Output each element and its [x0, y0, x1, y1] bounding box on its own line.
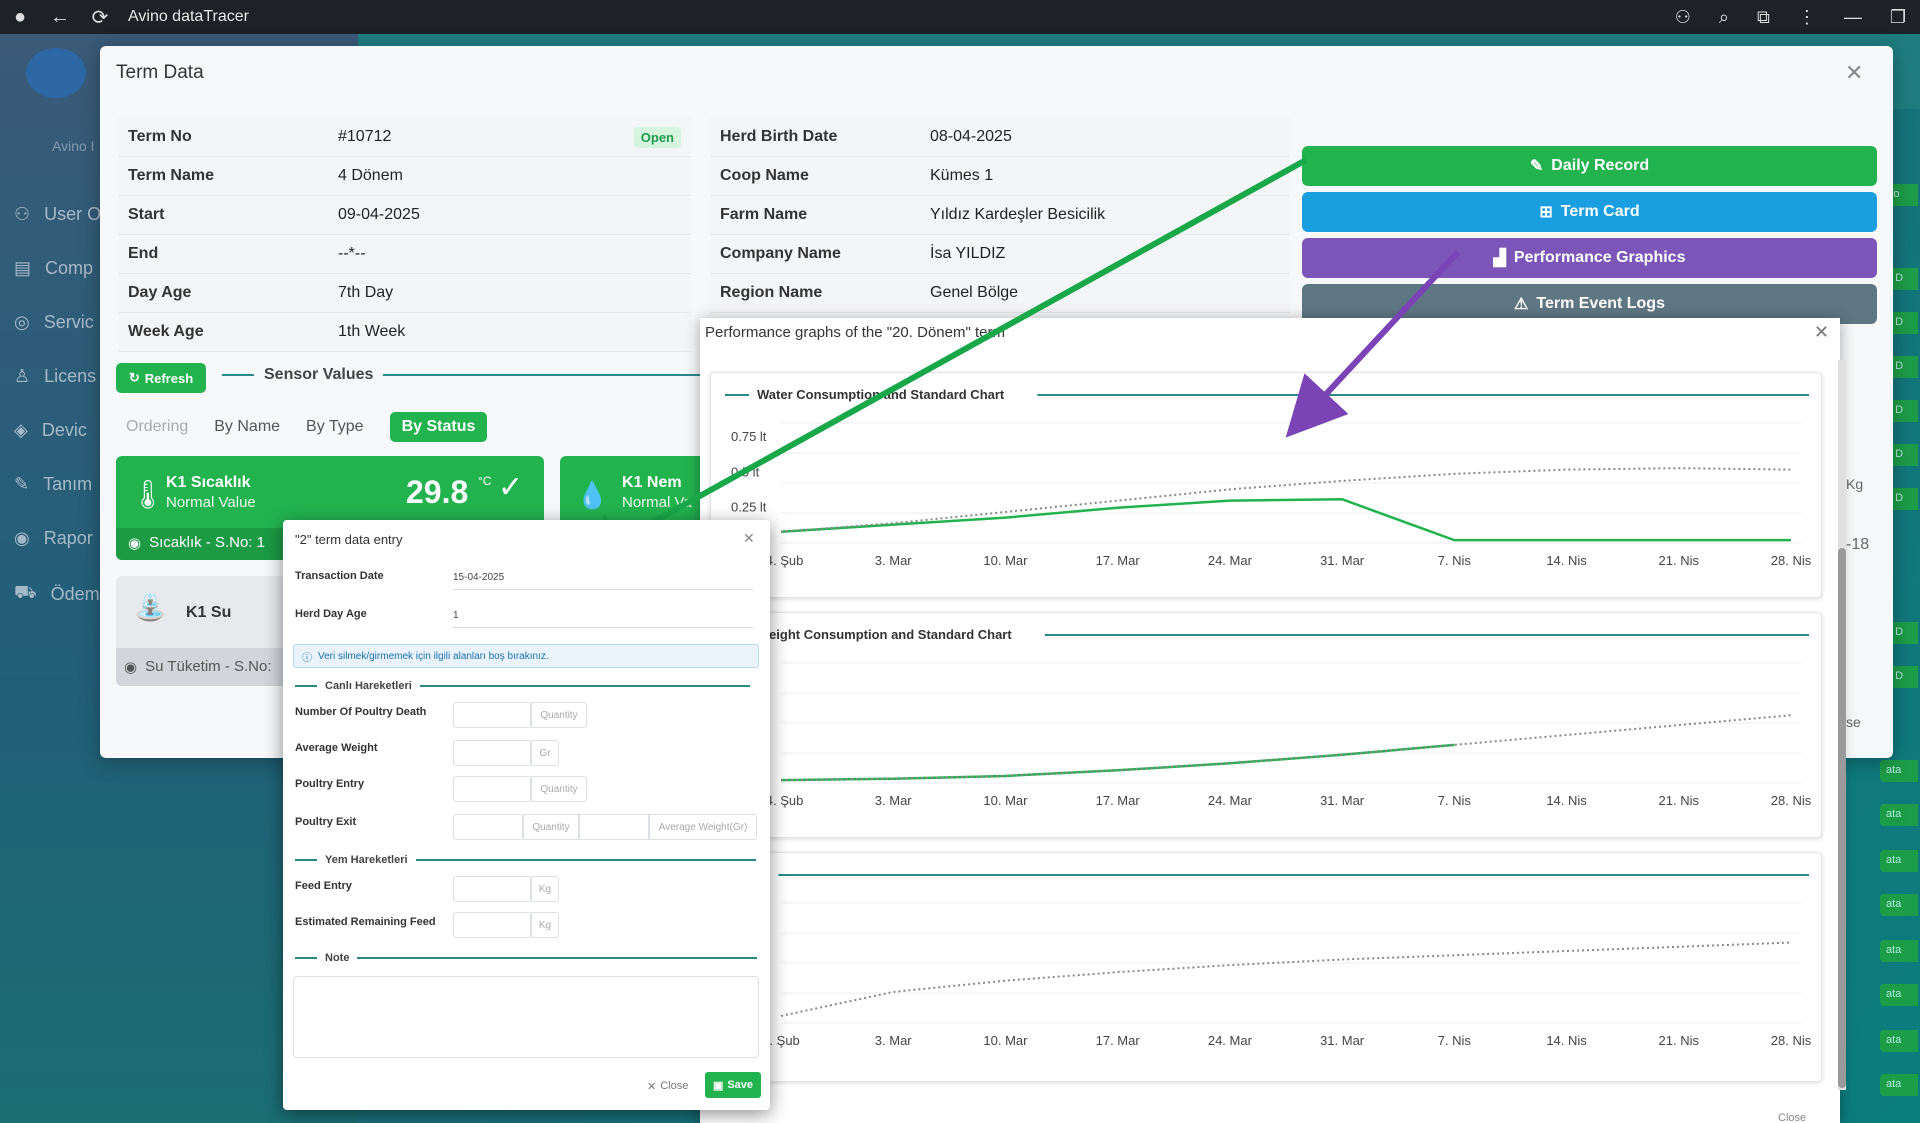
section-canli: Canlı Hareketleri — [295, 680, 750, 692]
info-text: Veri silmek/girmemek için ilgili alanlar… — [318, 650, 549, 662]
close-icon: ✕ — [647, 1081, 657, 1093]
info-alert: ⓘ Veri silmek/girmemek için ilgili alanla… — [293, 644, 759, 668]
kg-addon: Kg — [531, 912, 559, 938]
transaction-date-field[interactable]: 15-04-2025 — [453, 572, 753, 590]
note-textarea[interactable] — [293, 976, 759, 1058]
section-note: Note — [295, 952, 758, 964]
section-yem: Yem Hareketleri — [295, 854, 756, 866]
herd-day-age-field[interactable]: 1 — [453, 610, 753, 628]
screen: ● ← ⟳ Avino dataTracer ⚇ ⌕ ⧉ ⋮ — ❐ Avino… — [0, 0, 1920, 1123]
button-label: Close — [660, 1080, 689, 1092]
close-icon[interactable]: ✕ — [743, 530, 755, 547]
gr-addon: Gr — [531, 740, 559, 766]
section-title: Yem Hareketleri — [325, 854, 408, 866]
poultry-exit-label: Poultry Exit — [295, 816, 357, 828]
poultry-entry-label: Poultry Entry — [295, 778, 365, 790]
save-button[interactable]: ▣ Save — [705, 1072, 761, 1098]
herd-day-age-label: Herd Day Age — [295, 608, 367, 620]
poultry-exit-weight-input[interactable] — [579, 814, 649, 840]
feed-entry-label: Feed Entry — [295, 880, 352, 892]
save-icon: ▣ — [712, 1079, 724, 1092]
section-title: Canlı Hareketleri — [325, 680, 412, 692]
remaining-feed-label: Estimated Remaining Feed — [295, 916, 436, 928]
button-label: Save — [727, 1079, 754, 1091]
arrow-green — [567, 157, 1308, 570]
avg-weight-addon: Average Weight(Gr) — [649, 814, 757, 840]
transaction-date-label: Transaction Date — [295, 570, 384, 582]
quantity-addon: Quantity — [523, 814, 579, 840]
remaining-feed-input[interactable] — [453, 912, 531, 938]
close-button[interactable]: ✕ Close — [647, 1080, 688, 1093]
term-data-entry-dialog: "2" term data entry ✕ Transaction Date 1… — [283, 520, 770, 1110]
poultry-death-input[interactable] — [453, 702, 531, 728]
quantity-addon: Quantity — [531, 702, 587, 728]
poultry-entry-input[interactable] — [453, 776, 531, 802]
average-weight-input[interactable] — [453, 740, 531, 766]
feed-entry-input[interactable] — [453, 876, 531, 902]
poultry-death-label: Number Of Poultry Death — [295, 706, 427, 718]
section-title: Note — [325, 952, 350, 964]
arrow-purple — [1285, 249, 1461, 438]
quantity-addon: Quantity — [531, 776, 587, 802]
entry-title: "2" term data entry — [295, 532, 403, 547]
info-icon: ⓘ — [302, 652, 312, 664]
average-weight-label: Average Weight — [295, 742, 378, 754]
poultry-exit-quantity-input[interactable] — [453, 814, 523, 840]
kg-addon: Kg — [531, 876, 559, 902]
